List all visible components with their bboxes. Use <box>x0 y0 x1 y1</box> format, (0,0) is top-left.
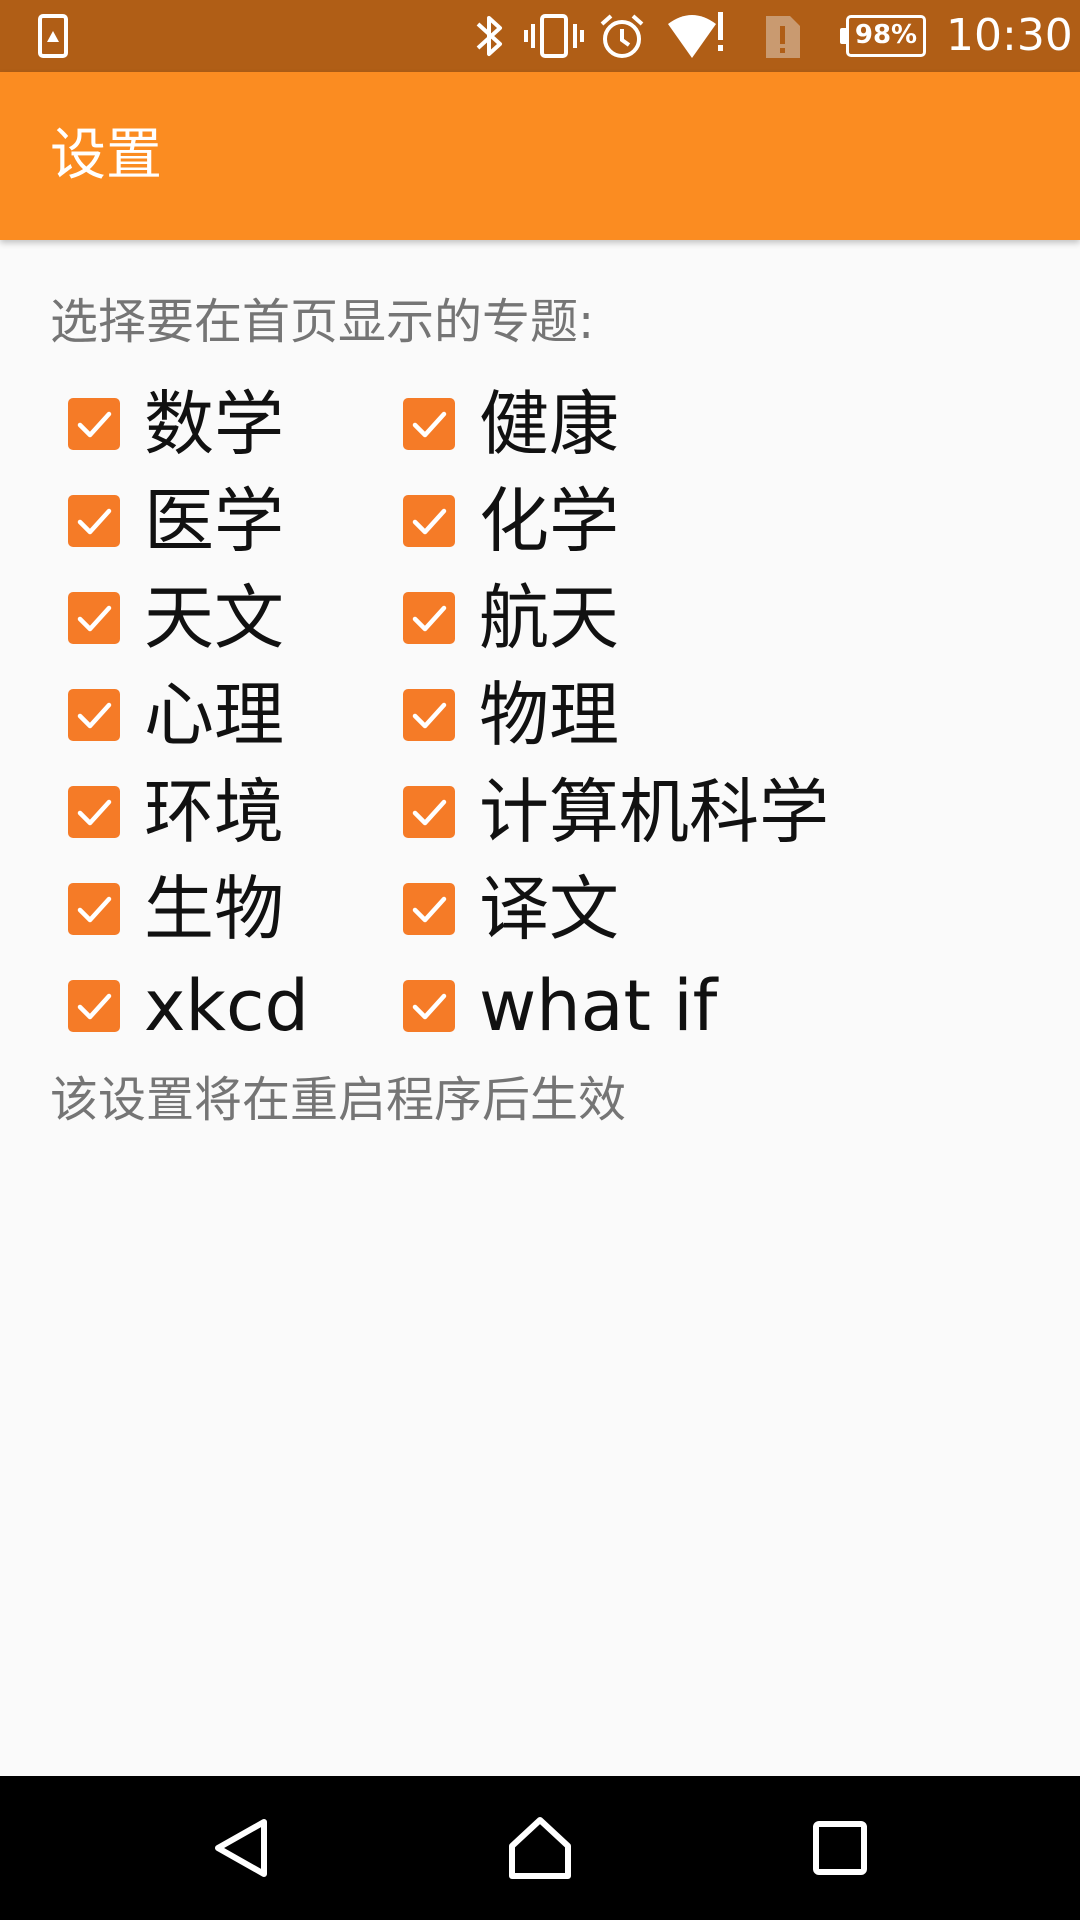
checkbox-checked[interactable] <box>403 689 455 741</box>
vibrate-icon <box>524 14 584 58</box>
checkbox-checked[interactable] <box>403 398 455 450</box>
back-icon[interactable] <box>204 1812 276 1884</box>
checkbox-checked[interactable] <box>68 495 120 547</box>
sim-alert-icon <box>766 16 800 58</box>
checkbox-checked[interactable] <box>68 398 120 450</box>
status-bar: 98% 10:30 <box>0 0 1080 72</box>
app-bar: 设置 <box>0 72 1080 240</box>
checkbox-checked[interactable] <box>403 592 455 644</box>
checkbox-checked[interactable] <box>403 883 455 935</box>
topic-label: 数学 <box>144 383 284 465</box>
checkbox-checked[interactable] <box>68 689 120 741</box>
settings-content: 选择要在首页显示的专题: 数学 健康 医学 化学 天文 航天 心理 物理 环境 … <box>0 240 1080 1776</box>
checkbox-checked[interactable] <box>68 883 120 935</box>
checkbox-checked[interactable] <box>68 980 120 1032</box>
home-icon[interactable] <box>504 1812 576 1884</box>
topic-label: 化学 <box>479 480 619 562</box>
topic-label: 环境 <box>144 771 284 853</box>
topic-label: what if <box>479 965 718 1047</box>
battery-indicator: 98% <box>840 15 926 57</box>
topic-label: 医学 <box>144 480 284 562</box>
alarm-icon <box>600 14 644 58</box>
checkbox-checked[interactable] <box>403 495 455 547</box>
bluetooth-icon <box>476 16 502 56</box>
wifi-alert-icon <box>668 12 723 58</box>
topic-label: xkcd <box>144 965 309 1047</box>
recents-icon[interactable] <box>804 1812 876 1884</box>
restart-note: 该设置将在重启程序后生效 <box>50 1072 627 1128</box>
checkbox-checked[interactable] <box>68 786 120 838</box>
topic-label: 译文 <box>479 868 619 950</box>
page-title: 设置 <box>50 123 162 188</box>
topic-label: 生物 <box>144 868 284 950</box>
topic-label: 健康 <box>479 383 619 465</box>
checkbox-checked[interactable] <box>403 786 455 838</box>
screenshot-alert-icon <box>38 14 68 58</box>
checkbox-checked[interactable] <box>68 592 120 644</box>
topic-label: 航天 <box>479 577 619 659</box>
topics-instruction: 选择要在首页显示的专题: <box>50 294 595 350</box>
topic-label: 物理 <box>479 674 619 756</box>
navigation-bar <box>0 1776 1080 1920</box>
topic-label: 计算机科学 <box>479 771 829 853</box>
clock: 10:30 <box>946 10 1073 61</box>
topic-label: 天文 <box>144 577 284 659</box>
checkbox-checked[interactable] <box>403 980 455 1032</box>
topic-label: 心理 <box>144 674 284 756</box>
